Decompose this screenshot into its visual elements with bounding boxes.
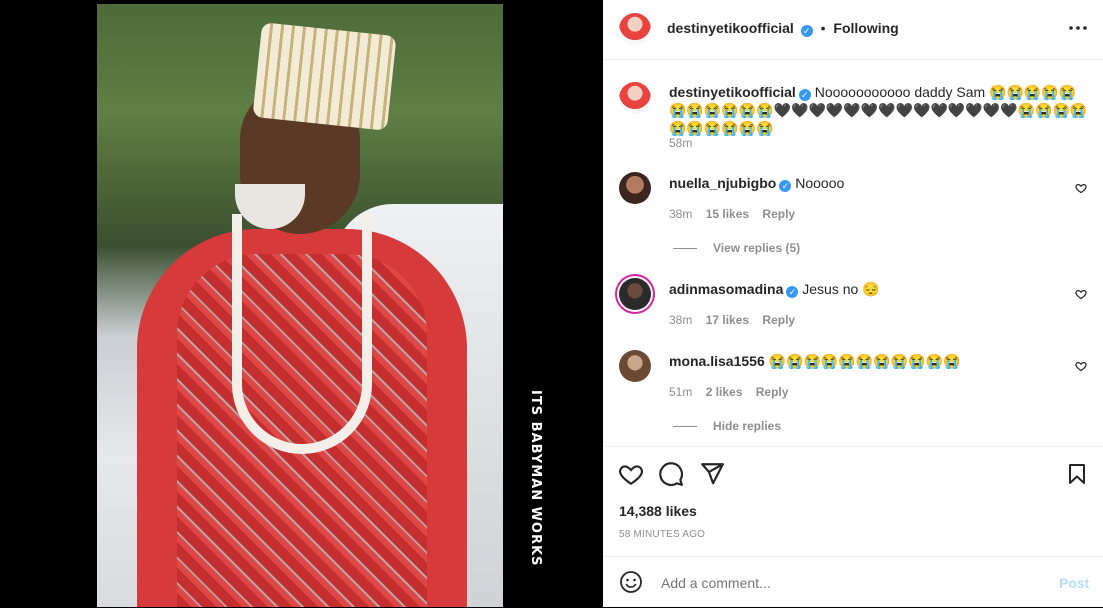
comment-time[interactable]: 38m [669,207,692,221]
watermark-line-2: BABYMAN WORKS [528,421,543,567]
caption: destinyetikoofficial ✓ Nooooooooooo daddy… [669,83,1089,137]
comment-2: adinmasomadina ✓ Jesus no 😔 [669,280,880,298]
thread-dash [673,248,697,250]
comment-like-heart-icon[interactable] [1075,360,1087,372]
caption-time[interactable]: 58m [669,136,692,150]
hide-replies-label: Hide replies [713,419,782,433]
photo-watermark: ITS BABYMAN WORKS [504,390,544,570]
verified-icon: ✓ [800,25,813,37]
comment-likes[interactable]: 2 likes [706,385,743,399]
author-avatar[interactable] [619,13,651,45]
header-separator: • [820,20,826,36]
comment-time[interactable]: 51m [669,385,692,399]
post-side-panel: destinyetikoofficial ✓ • Following desti… [603,0,1103,607]
header-user-line: destinyetikoofficial ✓ • Following [667,20,899,37]
watermark-line-1: ITS [528,390,543,417]
add-comment-bar: Post [603,556,1103,608]
share-send-icon[interactable] [699,461,725,487]
hide-replies-button[interactable]: Hide replies [673,419,781,433]
caption-username[interactable]: destinyetikoofficial [669,84,796,100]
photo-beads [232,214,372,454]
more-horizontal-icon[interactable] [1066,18,1090,38]
comment-like-heart-icon[interactable] [1075,288,1087,300]
comment-text: Jesus no 😔 [802,281,880,297]
comment-likes[interactable]: 17 likes [706,313,749,327]
comment-like-heart-icon[interactable] [1075,182,1087,194]
reply-button[interactable]: Reply [756,385,789,399]
verified-icon: ✓ [786,286,799,298]
like-heart-icon[interactable] [618,461,644,487]
reply-button[interactable]: Reply [762,313,795,327]
header-username[interactable]: destinyetikoofficial [667,20,794,36]
following-button[interactable]: Following [833,20,898,36]
likes-count[interactable]: 14,388 likes [619,503,697,519]
view-replies-button[interactable]: View replies (5) [673,241,800,255]
comment-3-meta: 51m 2 likes Reply [669,385,788,399]
comment-username[interactable]: mona.lisa1556 [669,353,765,369]
caption-avatar[interactable] [619,82,651,114]
comment-username[interactable]: adinmasomadina [669,281,783,297]
post-actions: 14,388 likes 58 MINUTES AGO [603,446,1103,557]
comment-avatar[interactable] [619,172,651,204]
comment-3: mona.lisa1556 😭😭😭😭😭😭😭😭😭😭😭 [669,352,960,370]
emoji-icon[interactable] [619,570,643,594]
reply-button[interactable]: Reply [762,207,795,221]
comment-2-meta: 38m 17 likes Reply [669,313,795,327]
comment-bubble-icon[interactable] [658,461,684,487]
comment-avatar[interactable] [619,278,651,310]
post-comment-button[interactable]: Post [1059,575,1089,591]
comment-username[interactable]: nuella_njubigbo [669,175,776,191]
verified-icon: ✓ [779,180,792,192]
verified-icon: ✓ [798,89,811,101]
comment-text: Nooooo [795,175,845,191]
comment-avatar[interactable] [619,350,651,382]
post-photo[interactable] [97,4,503,607]
post-media-area: ITS BABYMAN WORKS [0,0,603,607]
view-replies-label: View replies (5) [713,241,801,255]
comment-text: 😭😭😭😭😭😭😭😭😭😭😭 [768,353,961,369]
comment-1: nuella_njubigbo ✓ Nooooo [669,174,844,192]
post-header: destinyetikoofficial ✓ • Following [603,0,1103,60]
comment-time[interactable]: 38m [669,313,692,327]
photo-hat [252,22,397,131]
comment-1-meta: 38m 15 likes Reply [669,207,795,221]
add-comment-input[interactable] [659,571,1043,595]
thread-dash [673,426,697,428]
instagram-post-modal: ITS BABYMAN WORKS destinyetikoofficial ✓… [0,0,1103,607]
save-bookmark-icon[interactable] [1065,461,1089,487]
post-timestamp[interactable]: 58 MINUTES AGO [619,529,705,540]
comment-likes[interactable]: 15 likes [706,207,749,221]
